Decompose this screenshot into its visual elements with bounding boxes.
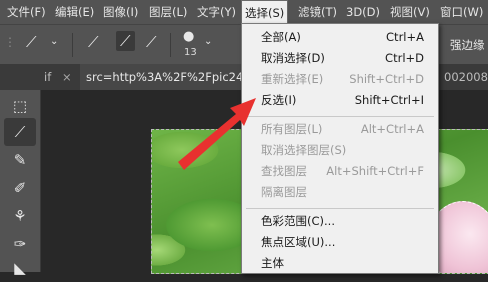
quick-select-preset-icon[interactable]: ⟋ bbox=[26, 33, 37, 51]
subtract-selection-icon[interactable]: ⟋ bbox=[146, 33, 157, 51]
clone-stamp-tool-icon[interactable]: ⚘ bbox=[4, 202, 36, 230]
divider bbox=[170, 33, 171, 57]
menu-type[interactable]: 文字(Y) bbox=[194, 0, 239, 24]
menu-item-subject[interactable]: 主体 bbox=[242, 253, 438, 274]
menu-item-all[interactable]: 全部(A) Ctrl+A bbox=[242, 27, 438, 48]
brush-tip-icon[interactable]: ● bbox=[183, 29, 194, 44]
menu-item-deselect-layers[interactable]: 取消选择图层(S) bbox=[242, 140, 438, 161]
menu-item-reselect[interactable]: 重新选择(E) Shift+Ctrl+D bbox=[242, 69, 438, 90]
tools-panel: ⬚ ⟋ ✎ ✐ ⚘ ✑ ◣ bbox=[0, 90, 41, 277]
menu-select[interactable]: 选择(S) bbox=[241, 0, 289, 24]
marquee-tool-icon[interactable]: ⬚ bbox=[4, 92, 36, 120]
menu-3d[interactable]: 3D(D) bbox=[343, 0, 383, 24]
menu-file[interactable]: 文件(F) bbox=[4, 0, 49, 24]
grip-icon: ⋮ bbox=[4, 35, 16, 49]
tab-next[interactable]: 00200815 bbox=[440, 64, 488, 90]
menu-view[interactable]: 视图(V) bbox=[387, 0, 433, 24]
quick-selection-tool-icon[interactable]: ⟋ bbox=[4, 118, 36, 146]
chevron-down-icon[interactable]: ⌄ bbox=[50, 36, 58, 47]
menu-item-deselect[interactable]: 取消选择(D) Ctrl+D bbox=[242, 48, 438, 69]
menu-edit[interactable]: 编辑(E) bbox=[52, 0, 97, 24]
menu-item-inverse[interactable]: 反选(I) Shift+Ctrl+I bbox=[242, 90, 438, 111]
chevron-down-icon[interactable]: ⌄ bbox=[204, 36, 212, 47]
menu-separator bbox=[246, 116, 434, 117]
menu-item-color-range[interactable]: 色彩范围(C)... bbox=[242, 211, 438, 232]
brush-tool-icon[interactable]: ✐ bbox=[4, 174, 36, 202]
menu-bar: 文件(F) 编辑(E) 图像(I) 图层(L) 文字(Y) 选择(S) 滤镜(T… bbox=[0, 0, 488, 24]
eyedropper-tool-icon[interactable]: ✎ bbox=[4, 146, 36, 174]
menu-filter[interactable]: 滤镜(T) bbox=[295, 0, 340, 24]
menu-item-find-layers[interactable]: 查找图层 Alt+Shift+Ctrl+F bbox=[242, 161, 438, 182]
menu-layer[interactable]: 图层(L) bbox=[146, 0, 190, 24]
select-menu-dropdown: 全部(A) Ctrl+A 取消选择(D) Ctrl+D 重新选择(E) Shif… bbox=[241, 23, 439, 274]
brush-size-value: 13 bbox=[184, 47, 197, 58]
menu-item-all-layers[interactable]: 所有图层(L) Alt+Ctrl+A bbox=[242, 119, 438, 140]
divider bbox=[72, 33, 73, 57]
menu-item-isolate-layers[interactable]: 隔离图层 bbox=[242, 182, 438, 203]
tab-active-document[interactable]: src=http%3A%2F%2Fpic24.ni bbox=[80, 64, 247, 90]
menu-image[interactable]: 图像(I) bbox=[100, 0, 141, 24]
close-icon[interactable]: × bbox=[62, 64, 74, 90]
new-selection-icon[interactable]: ⟋ bbox=[88, 33, 99, 51]
eraser-tool-icon[interactable]: ◣ bbox=[4, 254, 36, 282]
menu-item-focus-area[interactable]: 焦点区域(U)... bbox=[242, 232, 438, 253]
add-to-selection-icon[interactable]: ⟋ bbox=[116, 31, 135, 51]
menu-window[interactable]: 窗口(W) bbox=[437, 0, 486, 24]
enhance-edge-label[interactable]: 强边缘 bbox=[450, 37, 485, 53]
menu-separator bbox=[246, 208, 434, 209]
